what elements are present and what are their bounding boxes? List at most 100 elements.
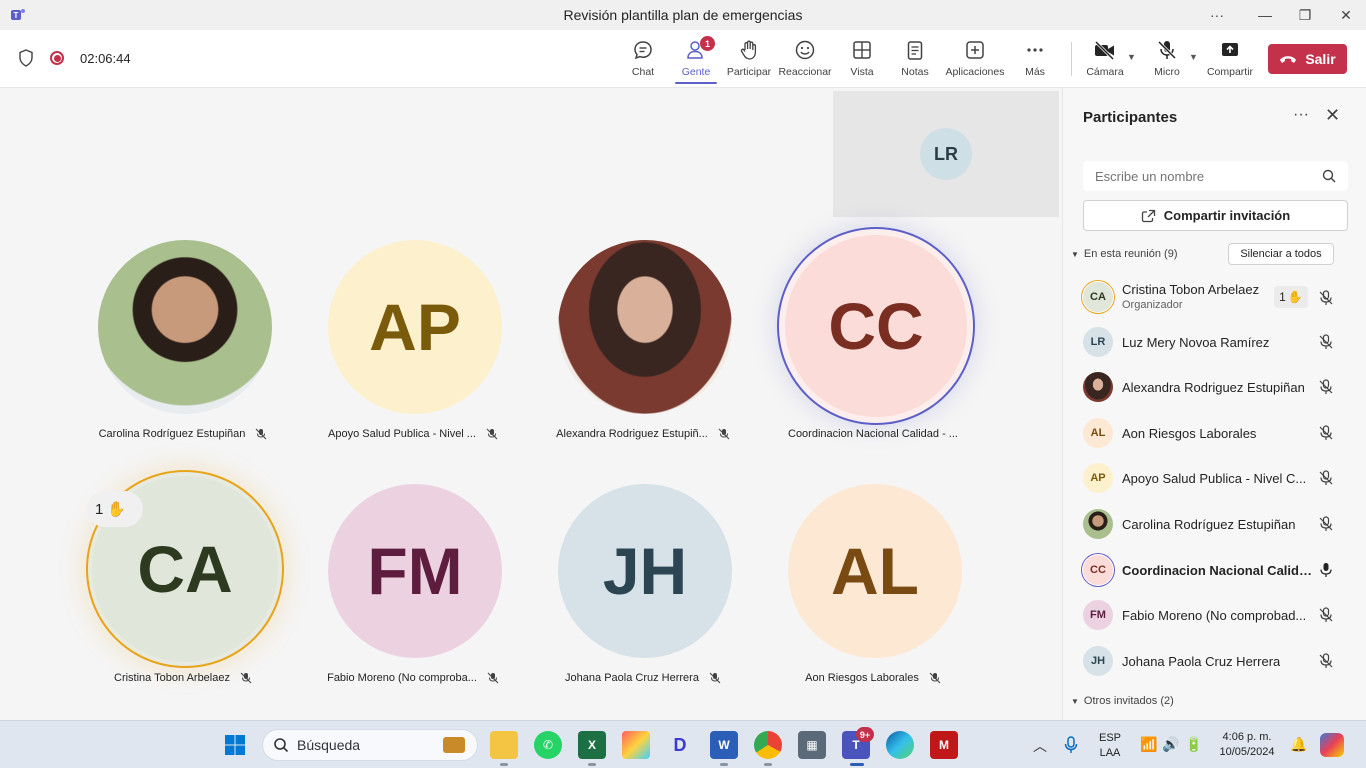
keyboard-language[interactable]: ESP LAA — [1096, 731, 1124, 761]
mic-off-icon — [1319, 290, 1333, 305]
close-window-button[interactable]: ✕ — [1326, 0, 1366, 30]
react-button[interactable]: Reaccionar — [776, 38, 834, 78]
notes-button[interactable]: Notas — [886, 38, 944, 78]
paint-icon[interactable] — [622, 731, 650, 759]
window-more-button[interactable]: ··· — [1197, 0, 1237, 30]
share-button[interactable]: Compartir — [1201, 38, 1259, 78]
in-meeting-section[interactable]: ▼ En esta reunión (9) — [1071, 248, 1177, 260]
participant-tile[interactable]: Alexandra Rodriguez Estupiñ... — [528, 220, 758, 450]
share-invite-label: Compartir invitación — [1163, 208, 1291, 223]
window-title: Revisión plantilla plan de emergencias — [563, 7, 803, 23]
participant-row[interactable]: Alexandra Rodriguez Estupiñan — [1063, 365, 1366, 409]
participant-tile[interactable]: AL Aon Riesgos Laborales — [758, 464, 988, 694]
mic-off-icon — [1319, 653, 1333, 668]
apps-label: Aplicaciones — [945, 66, 1005, 78]
share-invite-button[interactable]: Compartir invitación — [1083, 200, 1348, 231]
file-explorer-icon[interactable] — [490, 731, 518, 759]
people-label: Gente — [681, 66, 711, 78]
smile-icon — [794, 38, 816, 62]
taskbar-search[interactable]: Búsqueda — [262, 729, 478, 761]
view-button[interactable]: Vista — [833, 38, 891, 78]
participant-tile[interactable]: Carolina Rodríguez Estupiñan — [68, 220, 298, 450]
panel-title: Participantes — [1083, 109, 1178, 126]
excel-icon[interactable]: X — [578, 731, 606, 759]
mcafee-icon[interactable]: M — [930, 731, 958, 759]
participant-row[interactable]: Carolina Rodríguez Estupiñan — [1063, 502, 1366, 546]
participant-row-speaking[interactable]: CC Coordinacion Nacional Calida... — [1063, 548, 1366, 592]
mic-off-icon — [709, 672, 721, 684]
participant-row[interactable]: FM Fabio Moreno (No comprobad... — [1063, 593, 1366, 637]
participant-photo — [1083, 509, 1113, 539]
more-actions-button[interactable]: Más — [1006, 38, 1064, 78]
participant-row[interactable]: CA Cristina Tobon Arbelaez Organizador 1… — [1063, 275, 1366, 319]
search-icon — [1322, 169, 1336, 183]
mic-off-icon — [1319, 607, 1333, 622]
panel-more-button[interactable]: ··· — [1293, 106, 1309, 124]
notifications-icon[interactable]: 🔔 — [1290, 736, 1307, 753]
participant-tile[interactable]: JH Johana Paola Cruz Herrera — [528, 464, 758, 694]
participant-name: Luz Mery Novoa Ramírez — [1122, 334, 1270, 350]
restore-button[interactable]: ❐ — [1285, 0, 1325, 30]
teams-notification-badge: 9+ — [856, 727, 874, 742]
participant-avatar: CA — [1083, 282, 1113, 312]
participant-tile-speaking[interactable]: CC Coordinacion Nacional Calidad - ... — [758, 220, 988, 450]
leave-button[interactable]: Salir — [1268, 44, 1347, 74]
mic-off-icon — [1319, 425, 1333, 440]
people-button[interactable]: 1 Gente — [667, 36, 725, 84]
edge-icon[interactable] — [886, 731, 914, 759]
participant-search-input[interactable] — [1095, 168, 1322, 184]
minimize-button[interactable]: — — [1245, 0, 1285, 30]
clock[interactable]: 4:06 p. m. 10/05/2024 — [1214, 730, 1280, 760]
running-indicator — [764, 763, 772, 766]
participant-photo — [1083, 372, 1113, 402]
raised-hand-count: 1 — [1279, 290, 1286, 304]
wifi-icon[interactable]: 📶 — [1140, 736, 1157, 753]
participant-search[interactable] — [1083, 161, 1348, 191]
participant-name: Fabio Moreno (No comproba... — [327, 672, 477, 684]
mute-all-button[interactable]: Silenciar a todos — [1228, 243, 1334, 265]
participant-tile[interactable]: FM Fabio Moreno (No comproba... — [298, 464, 528, 694]
participant-row[interactable]: LR Luz Mery Novoa Ramírez — [1063, 320, 1366, 364]
battery-icon[interactable]: 🔋 — [1185, 736, 1202, 753]
notes-label: Notas — [901, 66, 929, 78]
mic-on-icon — [1320, 563, 1332, 577]
self-view-avatar: LR — [920, 128, 972, 180]
participant-avatar: AL — [1083, 418, 1113, 448]
participant-photo — [98, 240, 272, 414]
whatsapp-icon[interactable]: ✆ — [534, 731, 562, 759]
camera-options-chevron-icon[interactable]: ▼ — [1127, 52, 1136, 62]
chat-label: Chat — [631, 66, 655, 78]
mic-off-icon — [929, 672, 941, 684]
mic-options-chevron-icon[interactable]: ▼ — [1189, 52, 1198, 62]
participant-avatar: LR — [1083, 327, 1113, 357]
show-hidden-icons-chevron-icon[interactable]: ︿ — [1033, 736, 1047, 756]
panel-close-button[interactable]: ✕ — [1325, 105, 1340, 126]
participant-tile[interactable]: AP Apoyo Salud Publica - Nivel ... — [298, 220, 528, 450]
participant-row[interactable]: AP Apoyo Salud Publica - Nivel C... — [1063, 456, 1366, 500]
participant-avatar: CC — [785, 235, 967, 417]
participant-row[interactable]: AL Aon Riesgos Laborales — [1063, 411, 1366, 455]
word-icon[interactable]: W — [710, 731, 738, 759]
chat-button[interactable]: Chat — [614, 38, 672, 78]
calculator-icon[interactable]: ▦ — [798, 731, 826, 759]
raise-hand-button[interactable]: Participar — [720, 38, 778, 78]
chrome-icon[interactable] — [754, 731, 782, 759]
hang-up-icon — [1280, 56, 1297, 63]
meeting-toolbar: 02:06:44 Chat 1 Gente Participar Reaccio… — [0, 30, 1366, 88]
chat-icon — [632, 38, 654, 62]
camera-button[interactable]: Cámara — [1076, 38, 1134, 78]
microphone-tray-icon[interactable] — [1064, 736, 1078, 754]
self-view[interactable]: LR — [833, 91, 1059, 217]
volume-icon[interactable]: 🔊 — [1162, 736, 1179, 753]
shield-icon[interactable] — [18, 49, 34, 67]
apps-button[interactable]: Aplicaciones — [946, 38, 1004, 78]
disney-plus-icon[interactable]: D — [666, 731, 694, 759]
windows-start-icon[interactable] — [224, 734, 246, 756]
other-invitees-section[interactable]: ▼ Otros invitados (2) — [1071, 695, 1174, 707]
participant-name: Cristina Tobon Arbelaez — [1122, 282, 1260, 297]
mic-button[interactable]: Micro — [1138, 38, 1196, 78]
mic-off-icon — [1319, 470, 1333, 485]
participant-row[interactable]: JH Johana Paola Cruz Herrera — [1063, 639, 1366, 683]
copilot-icon[interactable] — [1320, 733, 1344, 757]
participant-name: Aon Riesgos Laborales — [1122, 425, 1257, 441]
